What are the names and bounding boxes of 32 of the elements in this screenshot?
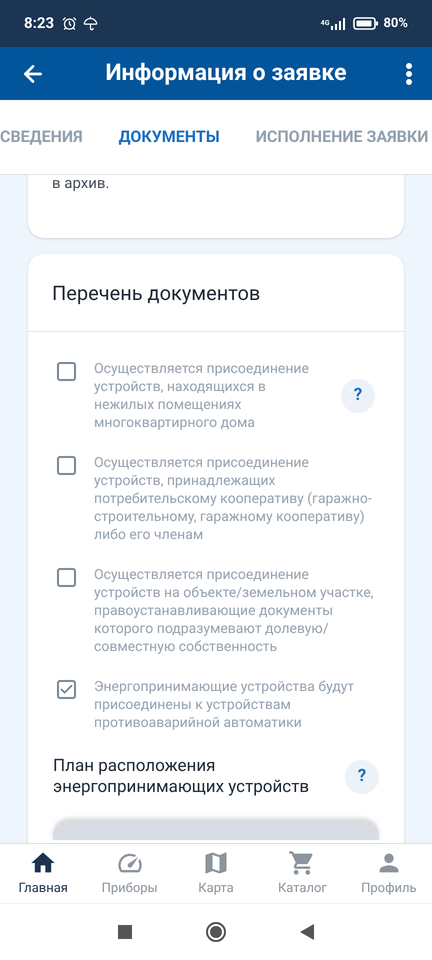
checkbox-label: Энергопринимающие устройства будут присоединены к устройствам противоаварийной автоматики [94, 678, 356, 732]
nav-item[interactable]: Главная [0, 844, 86, 903]
more-icon [406, 62, 412, 84]
checkbox[interactable] [57, 362, 76, 381]
menu-button[interactable] [406, 62, 412, 84]
tab[interactable]: ДОКУМЕНТЫ [118, 125, 220, 149]
card-text: в архив. [52, 175, 110, 191]
umbrella-icon [83, 16, 98, 31]
section-title: План расположения энергопринимающих устройств [53, 756, 310, 798]
nav-item[interactable]: Каталог [259, 844, 346, 903]
checkbox-label: Осуществляется присоединение устройств на объекте/земельном участке, правоустанавливающие документы которого подразумевают долевую/совместную собственность [94, 566, 375, 656]
checkbox-label: Осуществляется присоединение устройств, находящихся в нежилых помещениях многоквартирного дома [94, 360, 310, 432]
back-nav-icon[interactable] [300, 924, 314, 940]
screen-title: Информация о заявке [104, 58, 348, 88]
tab[interactable]: СВЕДЕНИЯ [0, 125, 83, 149]
checkbox-label: Осуществляется присоединение устройств, принадлежащих потребительскому кооперативу (гаражно-строительному, гаражному кооперативу) либо его членам [94, 454, 373, 544]
battery-level: 80% [383, 14, 408, 33]
card-title: Перечень документов [52, 280, 260, 306]
home-button[interactable] [206, 922, 226, 942]
nav-item[interactable]: Профиль [346, 844, 432, 903]
status-time: 8:23 [24, 13, 54, 34]
checkbox[interactable] [57, 568, 76, 587]
help-button[interactable]: ? [345, 760, 379, 794]
signal-icon [331, 18, 346, 30]
nav-item[interactable]: Приборы [86, 844, 173, 903]
checkbox[interactable] [57, 680, 76, 699]
battery-icon [353, 17, 380, 30]
help-button[interactable]: ? [341, 379, 375, 413]
nav-item[interactable]: Карта [172, 844, 260, 903]
alarm-icon [62, 16, 78, 31]
tab[interactable]: ИСПОЛНЕНИЕ ЗАЯВКИ [256, 125, 428, 149]
checkbox[interactable] [57, 456, 76, 475]
